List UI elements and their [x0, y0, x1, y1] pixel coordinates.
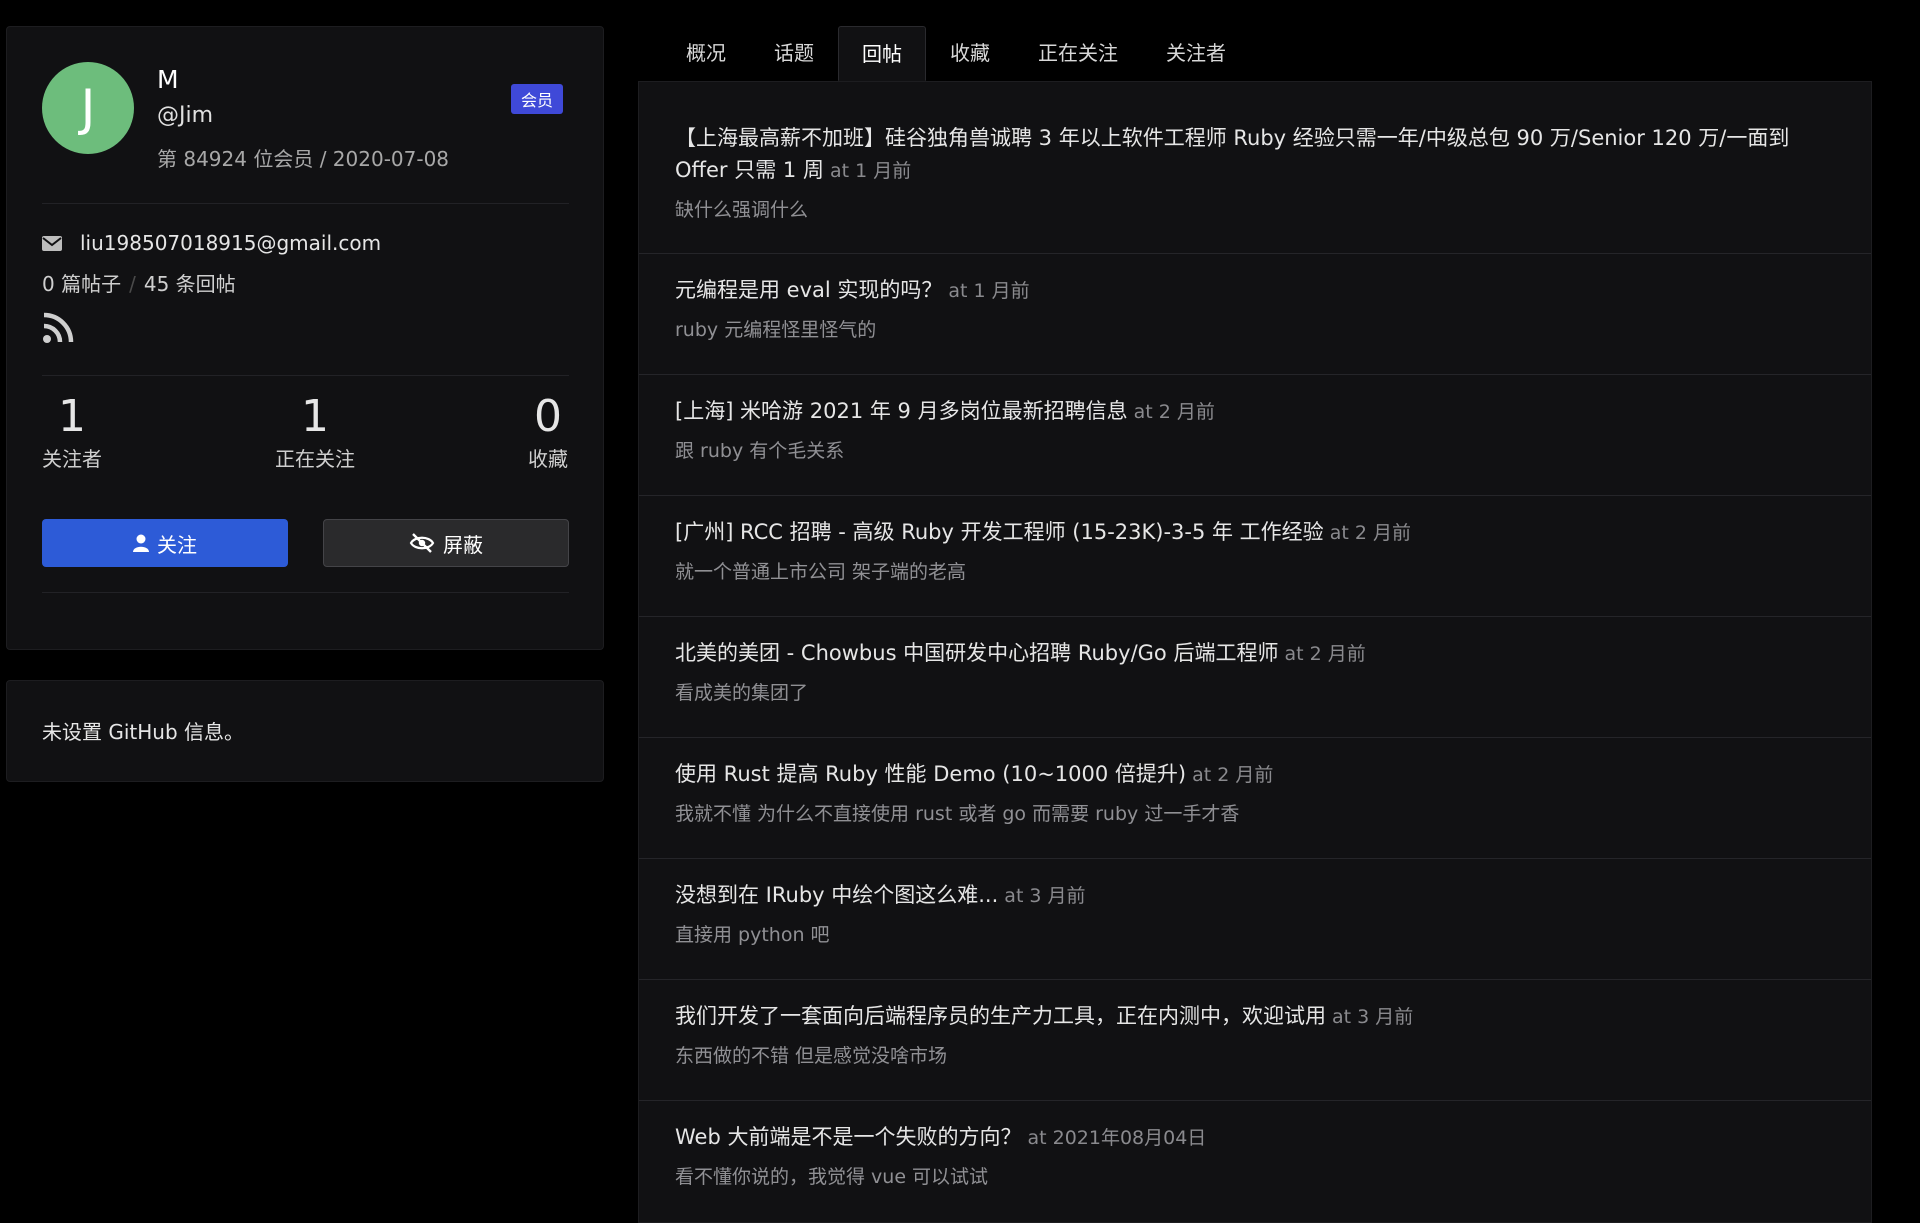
divider — [42, 203, 569, 204]
tab-overview[interactable]: 概况 — [662, 26, 750, 81]
follow-button[interactable]: 关注 — [42, 519, 288, 567]
member-meta: 第 84924 位会员 / 2020-07-08 — [157, 147, 450, 171]
stat-number: 1 — [58, 391, 86, 442]
reply-time: at 2 月前 — [1284, 643, 1366, 665]
reply-time: at 2 月前 — [1329, 522, 1411, 544]
profile-tabs: 概况 话题 回帖 收藏 正在关注 关注者 — [662, 26, 1250, 82]
list-item: Web 大前端是不是一个失败的方向？ at 2021年08月04日 看不懂你说的，… — [639, 1101, 1871, 1222]
email-row: liu198507018915@gmail.com — [42, 231, 381, 255]
reply-topic-link[interactable]: 北美的美团 - Chowbus 中国研发中心招聘 Ruby/Go 后端工程师 — [675, 641, 1278, 665]
reply-topic-link[interactable]: Web 大前端是不是一个失败的方向？ — [675, 1125, 1021, 1149]
reply-time: at 3 月前 — [1004, 885, 1086, 907]
tab-followers[interactable]: 关注者 — [1142, 26, 1250, 81]
tab-favorites[interactable]: 收藏 — [926, 26, 1014, 81]
avatar[interactable]: J — [42, 62, 134, 154]
reply-time: at 1 月前 — [829, 160, 912, 182]
post-counts: 0 篇帖子/45 条回帖 — [42, 272, 236, 296]
stat-label: 关注者 — [42, 447, 102, 471]
reply-time: at 2021年08月04日 — [1027, 1127, 1207, 1149]
topics-count[interactable]: 0 篇帖子 — [42, 272, 121, 296]
list-item: 北美的美团 - Chowbus 中国研发中心招聘 Ruby/Go 后端工程师 at… — [639, 617, 1871, 738]
stat-following[interactable]: 1 正在关注 — [275, 393, 355, 472]
reply-snippet[interactable]: 缺什么强调什么 — [675, 197, 1835, 223]
reply-snippet[interactable]: 看不懂你说的，我觉得 vue 可以试试 — [675, 1164, 1835, 1190]
reply-topic-link[interactable]: [广州] RCC 招聘 - 高级 Ruby 开发工程师 (15-23K)-3-5… — [675, 520, 1324, 544]
replies-list: 【上海最高薪不加班】硅谷独角兽诚聘 3 年以上软件工程师 Ruby 经验只需一年… — [638, 81, 1872, 1223]
reply-snippet[interactable]: ruby 元编程怪里怪气的 — [675, 317, 1835, 343]
stat-number: 0 — [534, 391, 562, 442]
reply-snippet[interactable]: 东西做的不错 但是感觉没啥市场 — [675, 1043, 1835, 1069]
github-card: 未设置 GitHub 信息。 — [6, 680, 604, 782]
reply-time: at 1 月前 — [948, 280, 1030, 302]
stat-label: 正在关注 — [275, 447, 355, 471]
reply-snippet[interactable]: 我就不懂 为什么不直接使用 rust 或者 go 而需要 ruby 过一手才香 — [675, 801, 1835, 827]
tab-replies[interactable]: 回帖 — [838, 26, 926, 81]
reply-topic-link[interactable]: 使用 Rust 提高 Ruby 性能 Demo (10~1000 倍提升) — [675, 762, 1186, 786]
rss-icon[interactable] — [42, 312, 74, 348]
block-label: 屏蔽 — [443, 532, 483, 557]
reply-topic-link[interactable]: 元编程是用 eval 实现的吗？ — [675, 278, 942, 302]
reply-topic-link[interactable]: [上海] 米哈游 2021 年 9 月多岗位最新招聘信息 — [675, 399, 1128, 423]
list-item: [上海] 米哈游 2021 年 9 月多岗位最新招聘信息 at 2 月前 跟 ru… — [639, 375, 1871, 496]
profile-card: J M @Jim 第 84924 位会员 / 2020-07-08 会员 liu… — [6, 26, 604, 650]
reply-snippet[interactable]: 跟 ruby 有个毛关系 — [675, 438, 1835, 464]
stat-label: 收藏 — [528, 447, 568, 471]
stat-followers[interactable]: 1 关注者 — [42, 393, 102, 472]
stat-favorites[interactable]: 0 收藏 — [528, 393, 568, 472]
user-login: @Jim — [157, 103, 214, 128]
eye-slash-icon — [409, 533, 435, 553]
list-item: 元编程是用 eval 实现的吗？ at 1 月前 ruby 元编程怪里怪气的 — [639, 254, 1871, 375]
reply-time: at 3 月前 — [1332, 1006, 1414, 1028]
reply-topic-link[interactable]: 我们开发了一套面向后端程序员的生产力工具，正在内测中，欢迎试用 — [675, 1004, 1326, 1028]
list-item: 使用 Rust 提高 Ruby 性能 Demo (10~1000 倍提升) at … — [639, 738, 1871, 859]
reply-topic-link[interactable]: 没想到在 IRuby 中绘个图这么难... — [675, 883, 998, 907]
replies-count[interactable]: 45 条回帖 — [144, 272, 236, 296]
reply-time: at 2 月前 — [1192, 764, 1274, 786]
email-link[interactable]: liu198507018915@gmail.com — [80, 231, 381, 255]
list-item: 【上海最高薪不加班】硅谷独角兽诚聘 3 年以上软件工程师 Ruby 经验只需一年… — [639, 82, 1871, 254]
reply-time: at 2 月前 — [1133, 401, 1215, 423]
list-item: 我们开发了一套面向后端程序员的生产力工具，正在内测中，欢迎试用 at 3 月前 东… — [639, 980, 1871, 1101]
follow-label: 关注 — [157, 532, 197, 557]
block-button[interactable]: 屏蔽 — [323, 519, 569, 567]
member-badge: 会员 — [511, 84, 564, 114]
github-info-text: 未设置 GitHub 信息。 — [42, 720, 245, 744]
divider — [42, 592, 569, 593]
list-item: [广州] RCC 招聘 - 高级 Ruby 开发工程师 (15-23K)-3-5… — [639, 496, 1871, 617]
divider — [42, 375, 569, 376]
user-icon — [133, 534, 149, 552]
tab-following[interactable]: 正在关注 — [1014, 26, 1142, 81]
stat-number: 1 — [301, 391, 329, 442]
profile-sidebar: J M @Jim 第 84924 位会员 / 2020-07-08 会员 liu… — [6, 26, 604, 782]
reply-snippet[interactable]: 看成美的集团了 — [675, 680, 1835, 706]
list-item: 没想到在 IRuby 中绘个图这么难... at 3 月前 直接用 python … — [639, 859, 1871, 980]
tab-topics[interactable]: 话题 — [750, 26, 838, 81]
mail-icon — [42, 235, 62, 251]
reply-snippet[interactable]: 就一个普通上市公司 架子端的老高 — [675, 559, 1835, 585]
reply-snippet[interactable]: 直接用 python 吧 — [675, 922, 1835, 948]
user-name: M — [157, 65, 179, 94]
